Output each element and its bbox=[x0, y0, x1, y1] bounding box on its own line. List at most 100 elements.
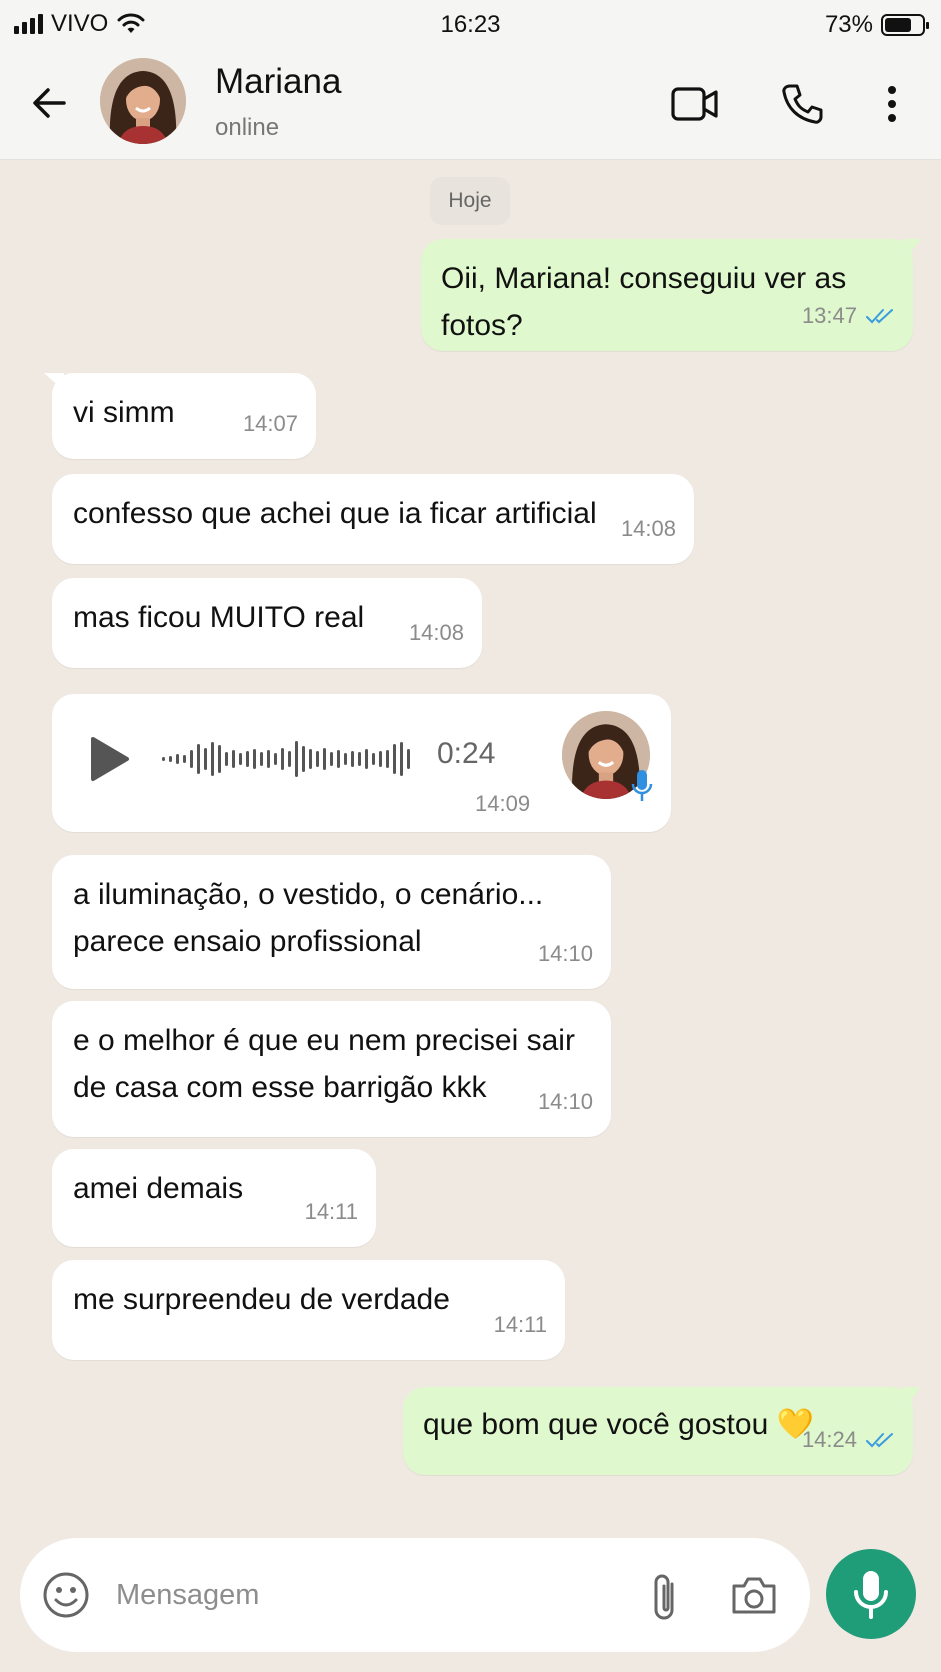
camera-icon[interactable] bbox=[730, 1572, 778, 1618]
message-time: 13:47 bbox=[801, 303, 857, 328]
waveform-bar bbox=[386, 750, 389, 768]
message-bubble-incoming[interactable]: vi simm 14:07 bbox=[44, 373, 316, 459]
microphone-icon bbox=[854, 1571, 888, 1619]
waveform-bar bbox=[337, 750, 340, 768]
message-time: 14:10 bbox=[537, 1089, 593, 1114]
bubble-tail bbox=[44, 373, 64, 391]
back-button[interactable] bbox=[26, 80, 72, 126]
message-text: que bom que você gostou 💛 bbox=[423, 1408, 814, 1441]
message-bubble-outgoing[interactable]: que bom que você gostou 💛 14:24 bbox=[403, 1387, 921, 1475]
message-time: 14:11 bbox=[304, 1199, 358, 1224]
waveform-bar bbox=[232, 750, 235, 768]
message-time: 14:11 bbox=[493, 1312, 547, 1337]
message-text: e o melhor é que eu nem precisei sair de… bbox=[73, 1024, 575, 1104]
double-check-icon bbox=[866, 308, 893, 323]
waveform-bar bbox=[393, 744, 396, 774]
message-bubble-incoming[interactable]: mas ficou MUITO real 14:08 bbox=[52, 578, 482, 668]
message-time: 14:08 bbox=[408, 620, 464, 645]
message-bubble-incoming[interactable]: e o melhor é que eu nem precisei sair de… bbox=[52, 1001, 611, 1137]
waveform-bar bbox=[351, 751, 354, 767]
waveform-bar bbox=[239, 753, 242, 765]
waveform-bar bbox=[288, 751, 291, 767]
voice-call-button[interactable] bbox=[774, 76, 830, 132]
waveform-bar bbox=[204, 748, 207, 770]
waveform-bar bbox=[330, 752, 333, 766]
waveform-bar bbox=[274, 753, 277, 765]
waveform-bar bbox=[344, 753, 347, 765]
message-text: mas ficou MUITO real bbox=[73, 601, 365, 634]
message-text: me surpreendeu de verdade bbox=[73, 1283, 450, 1316]
waveform-bar bbox=[295, 741, 298, 777]
message-time: 14:08 bbox=[620, 516, 676, 541]
waveform-bar bbox=[372, 753, 375, 765]
waveform-bar bbox=[162, 757, 165, 761]
waveform-bar bbox=[407, 749, 410, 769]
message-meta: 14:07 bbox=[243, 400, 298, 447]
more-vertical-icon bbox=[888, 86, 896, 122]
play-icon[interactable] bbox=[90, 736, 130, 782]
more-options-button[interactable] bbox=[864, 76, 920, 132]
message-meta: 14:10 bbox=[538, 1078, 593, 1125]
message-bubble-incoming[interactable]: amei demais 14:11 bbox=[52, 1149, 376, 1247]
message-meta: 13:47 bbox=[802, 292, 895, 339]
phone-icon bbox=[782, 84, 823, 124]
contact-name[interactable]: Mariana bbox=[215, 62, 341, 102]
audio-duration: 0:24 bbox=[437, 737, 496, 770]
waveform-bar bbox=[246, 751, 249, 767]
contact-status: online bbox=[215, 114, 280, 141]
battery-percent: 73% bbox=[824, 11, 873, 38]
battery-fill bbox=[885, 18, 912, 32]
chat-header: Mariana online bbox=[0, 50, 941, 160]
waveform-bar bbox=[225, 752, 228, 766]
waveform-bar bbox=[190, 750, 193, 768]
message-composer bbox=[20, 1538, 810, 1652]
message-bubble-incoming[interactable]: me surpreendeu de verdade 14:11 bbox=[52, 1260, 565, 1360]
waveform-bar bbox=[302, 746, 305, 772]
message-text: a iluminação, o vestido, o cenário... pa… bbox=[73, 878, 544, 958]
avatar[interactable] bbox=[100, 58, 186, 144]
message-bubble-incoming[interactable]: a iluminação, o vestido, o cenário... pa… bbox=[52, 855, 611, 989]
message-input[interactable] bbox=[116, 1568, 566, 1622]
waveform-bar bbox=[309, 749, 312, 769]
waveform-bar bbox=[323, 748, 326, 770]
status-right: 73% bbox=[824, 11, 929, 39]
waveform-bar bbox=[267, 750, 270, 768]
message-meta: 14:08 bbox=[621, 505, 676, 552]
message-meta: 14:11 bbox=[305, 1188, 358, 1235]
clock: 16:23 bbox=[440, 11, 501, 38]
battery-icon bbox=[881, 14, 929, 36]
voice-message-bubble: 0:24 14:09 bbox=[52, 694, 671, 832]
message-time: 14:09 bbox=[475, 791, 531, 816]
message-meta: 14:08 bbox=[409, 609, 464, 656]
message-text: amei demais bbox=[73, 1172, 244, 1205]
waveform-bar bbox=[211, 742, 214, 776]
message-time: 14:07 bbox=[242, 411, 298, 436]
waveform-bar bbox=[176, 754, 179, 764]
video-call-button[interactable] bbox=[667, 76, 723, 132]
message-list: Hoje Oii, Mariana! conseguiu ver as foto… bbox=[0, 161, 941, 1536]
waveform-bar bbox=[358, 752, 361, 766]
voice-record-button[interactable] bbox=[826, 1549, 916, 1639]
message-meta: 14:11 bbox=[494, 1301, 547, 1348]
paperclip-icon[interactable] bbox=[646, 1570, 682, 1624]
audio-waveform[interactable] bbox=[162, 736, 410, 782]
waveform-bar bbox=[365, 749, 368, 769]
waveform-bar bbox=[183, 755, 186, 763]
message-bubble-incoming[interactable]: confesso que achei que ia ficar artifici… bbox=[52, 474, 694, 564]
waveform-bar bbox=[281, 748, 284, 770]
video-camera-icon bbox=[671, 87, 718, 121]
message-time: 14:24 bbox=[801, 1427, 857, 1452]
message-text: vi simm bbox=[73, 396, 175, 429]
message-bubble-outgoing[interactable]: Oii, Mariana! conseguiu ver as fotos? 13… bbox=[421, 239, 921, 351]
message-meta: 14:10 bbox=[538, 930, 593, 977]
waveform-bar bbox=[218, 745, 221, 773]
waveform-bar bbox=[379, 751, 382, 767]
status-bar: VIVO 16:23 73% bbox=[0, 0, 941, 50]
waveform-bar bbox=[197, 744, 200, 774]
emoji-icon[interactable] bbox=[42, 1571, 90, 1619]
bubble-tail bbox=[901, 1387, 921, 1405]
waveform-bar bbox=[169, 756, 172, 762]
avatar-photo bbox=[100, 58, 186, 144]
microphone-icon bbox=[631, 770, 653, 801]
message-text: confesso que achei que ia ficar artifici… bbox=[73, 497, 597, 530]
